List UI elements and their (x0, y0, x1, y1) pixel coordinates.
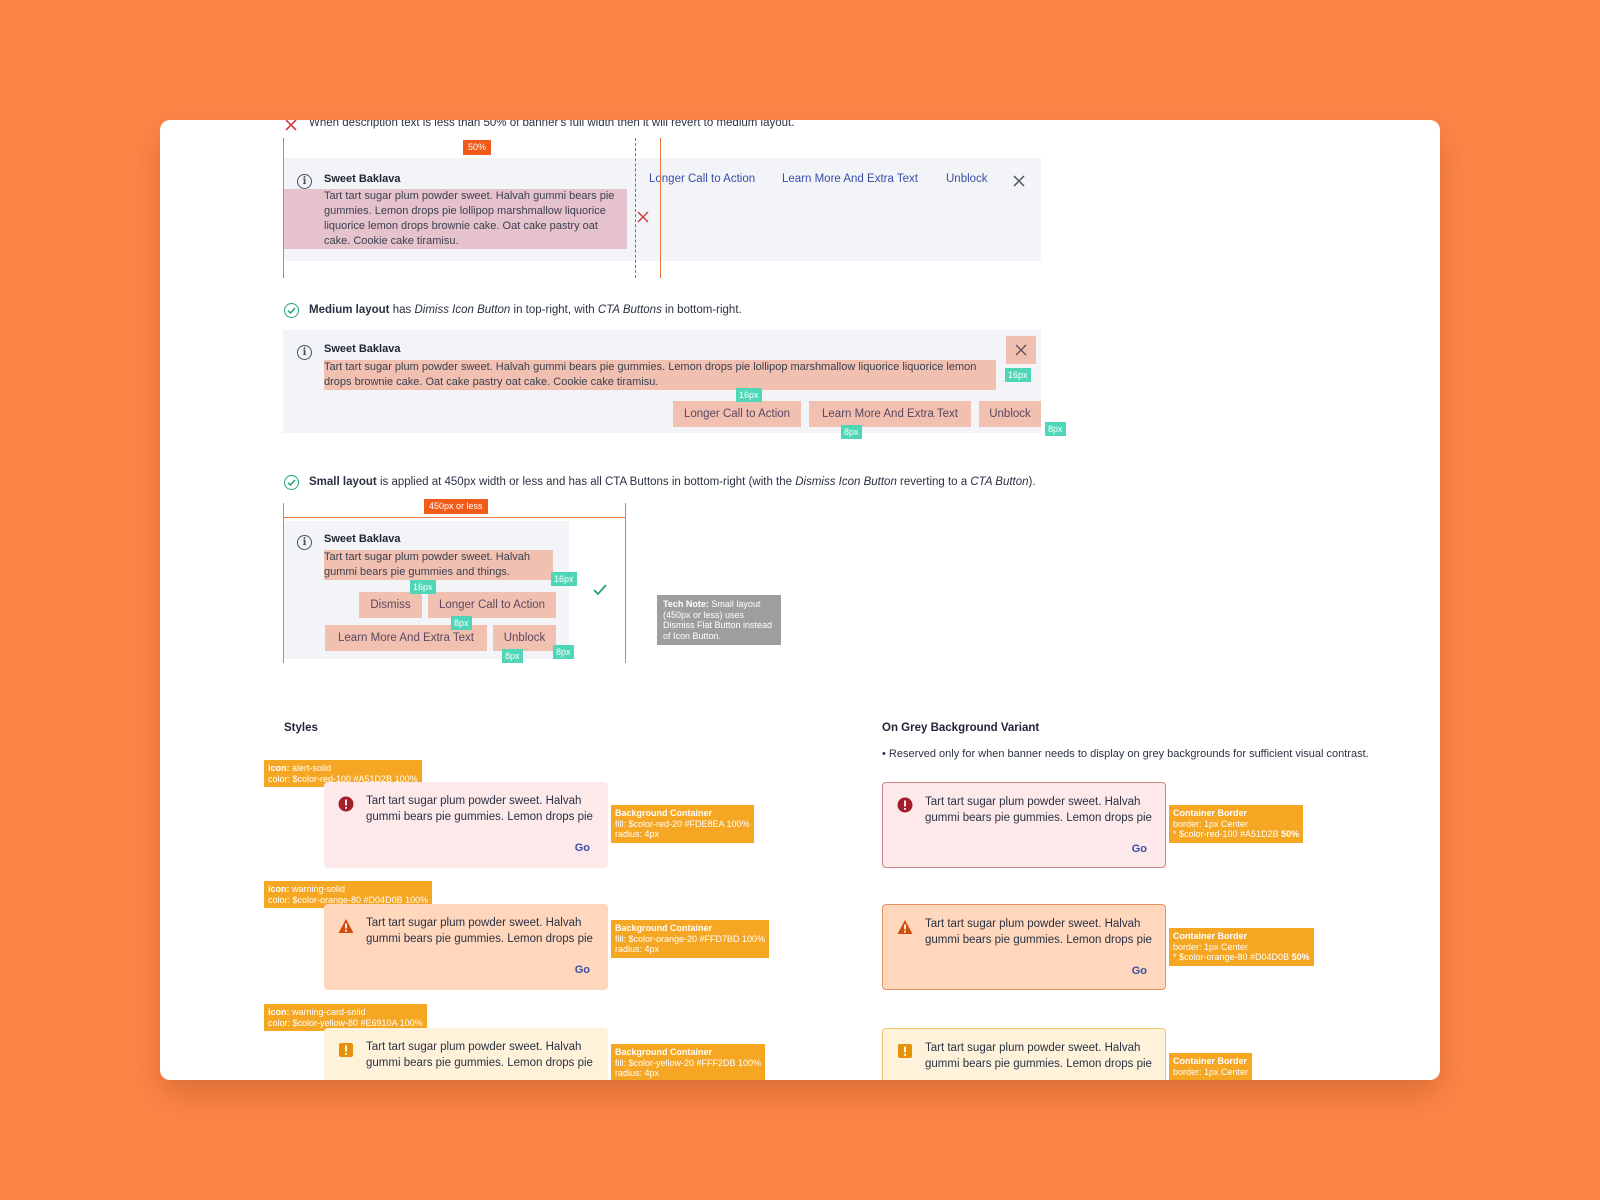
spacing-badge: 16px (551, 572, 577, 586)
learn-more-link[interactable]: Learn More And Extra Text (782, 173, 918, 185)
unblock-button[interactable]: Unblock (979, 401, 1041, 427)
caution-style-card: Tart tart sugar plum powder sweet. Halva… (324, 1028, 608, 1080)
medium-banner: i Sweet Baklava Tart tart sugar plum pow… (283, 330, 1041, 433)
style-description: Tart tart sugar plum powder sweet. Halva… (925, 918, 1152, 946)
grey-variant-note: • Reserved only for when banner needs to… (882, 748, 1369, 760)
grey-variant-heading: On Grey Background Variant (882, 722, 1040, 734)
alert-solid-icon (897, 797, 913, 813)
style-description: Tart tart sugar plum powder sweet. Halva… (366, 795, 593, 823)
error-style-card: Tart tart sugar plum powder sweet. Halva… (324, 782, 608, 868)
dismiss-icon-button[interactable] (1006, 336, 1036, 364)
close-icon[interactable] (1013, 174, 1025, 192)
error-grey-card: Tart tart sugar plum powder sweet. Halva… (882, 782, 1166, 868)
spacing-badge: 8px (1045, 422, 1066, 436)
banner-description: Tart tart sugar plum powder sweet. Halva… (324, 360, 996, 390)
caution-grey-card: Tart tart sugar plum powder sweet. Halva… (882, 1028, 1166, 1080)
banner-title: Sweet Baklava (324, 533, 401, 545)
banner-description: Tart tart sugar plum powder sweet. Halva… (324, 550, 553, 580)
spacing-badge: 16px (1005, 368, 1031, 382)
check-circle-icon (284, 475, 299, 490)
x-mark-icon (637, 210, 649, 228)
small-layout-note: Small layout is applied at 450px width o… (309, 476, 1036, 488)
guide-line (625, 503, 626, 663)
unblock-button[interactable]: Unblock (493, 625, 556, 651)
intro-warning-text: When description text is less than 50% o… (309, 120, 795, 129)
go-link[interactable]: Go (575, 964, 590, 976)
design-spec-sheet: When description text is less than 50% o… (160, 120, 1440, 1080)
border-annotation: Container Border border: 1px Center (1169, 1053, 1253, 1080)
alert-solid-icon (338, 796, 354, 812)
checkmark-icon (593, 583, 607, 601)
style-description: Tart tart sugar plum powder sweet. Halva… (925, 796, 1152, 824)
go-link[interactable]: Go (575, 842, 590, 854)
info-icon: i (297, 345, 312, 360)
guide-line-dashed (635, 138, 636, 278)
learn-more-button[interactable]: Learn More And Extra Text (809, 401, 971, 427)
unblock-link[interactable]: Unblock (946, 173, 988, 185)
warning-card-solid-icon (338, 1042, 354, 1058)
medium-layout-note: Medium layout has Dimiss Icon Button in … (309, 304, 742, 316)
spacing-badge: 8px (451, 616, 472, 630)
spacing-badge: 8px (553, 645, 574, 659)
banner-title: Sweet Baklava (324, 343, 401, 355)
style-description: Tart tart sugar plum powder sweet. Halva… (366, 1041, 593, 1069)
banner-description: Tart tart sugar plum powder sweet. Halva… (283, 189, 627, 249)
info-icon: i (297, 174, 312, 189)
banner-title: Sweet Baklava (324, 173, 401, 185)
background-annotation: Background Container fill: $color-yellow-… (611, 1044, 766, 1080)
longer-cta-button[interactable]: Longer Call to Action (428, 592, 556, 618)
background-annotation: Background Container fill: $color-red-20 … (611, 805, 754, 843)
tech-note: Tech Note: Small layout (450px or less) … (657, 595, 781, 645)
warning-solid-icon (338, 918, 354, 934)
border-annotation: Container Border border: 1px Center * $co… (1169, 805, 1304, 843)
style-description: Tart tart sugar plum powder sweet. Halva… (366, 917, 593, 945)
check-circle-icon (284, 303, 299, 318)
spacing-badge: 8px (502, 649, 523, 663)
longer-cta-button[interactable]: Longer Call to Action (673, 401, 801, 427)
spacing-badge: 16px (410, 580, 436, 594)
spacing-badge: 16px (736, 388, 762, 402)
warning-style-card: Tart tart sugar plum powder sweet. Halva… (324, 904, 608, 990)
large-banner: i Sweet Baklava Tart tart sugar plum pow… (283, 158, 1041, 261)
go-link[interactable]: Go (1132, 965, 1147, 977)
guide-line (660, 138, 661, 278)
warning-card-solid-icon (897, 1043, 913, 1059)
styles-heading: Styles (284, 722, 318, 734)
style-description: Tart tart sugar plum powder sweet. Halva… (925, 1042, 1152, 1070)
warning-grey-card: Tart tart sugar plum powder sweet. Halva… (882, 904, 1166, 990)
spacing-badge: 8px (841, 425, 862, 439)
warning-solid-icon (897, 919, 913, 935)
longer-cta-link[interactable]: Longer Call to Action (649, 173, 755, 185)
info-icon: i (297, 535, 312, 550)
go-link[interactable]: Go (1132, 843, 1147, 855)
border-annotation: Container Border border: 1px Center * $co… (1169, 928, 1314, 966)
background-annotation: Background Container fill: $color-orange-… (611, 920, 770, 958)
icon-annotation: icon: warning-card-solid color: $color-ye… (264, 1004, 427, 1031)
measure-line (283, 517, 625, 518)
x-mark-icon (284, 120, 298, 132)
guide-line (283, 138, 284, 278)
width-badge: 450px or less (424, 499, 488, 514)
width-badge: 50% (463, 140, 492, 155)
dismiss-button[interactable]: Dismiss (359, 592, 422, 618)
